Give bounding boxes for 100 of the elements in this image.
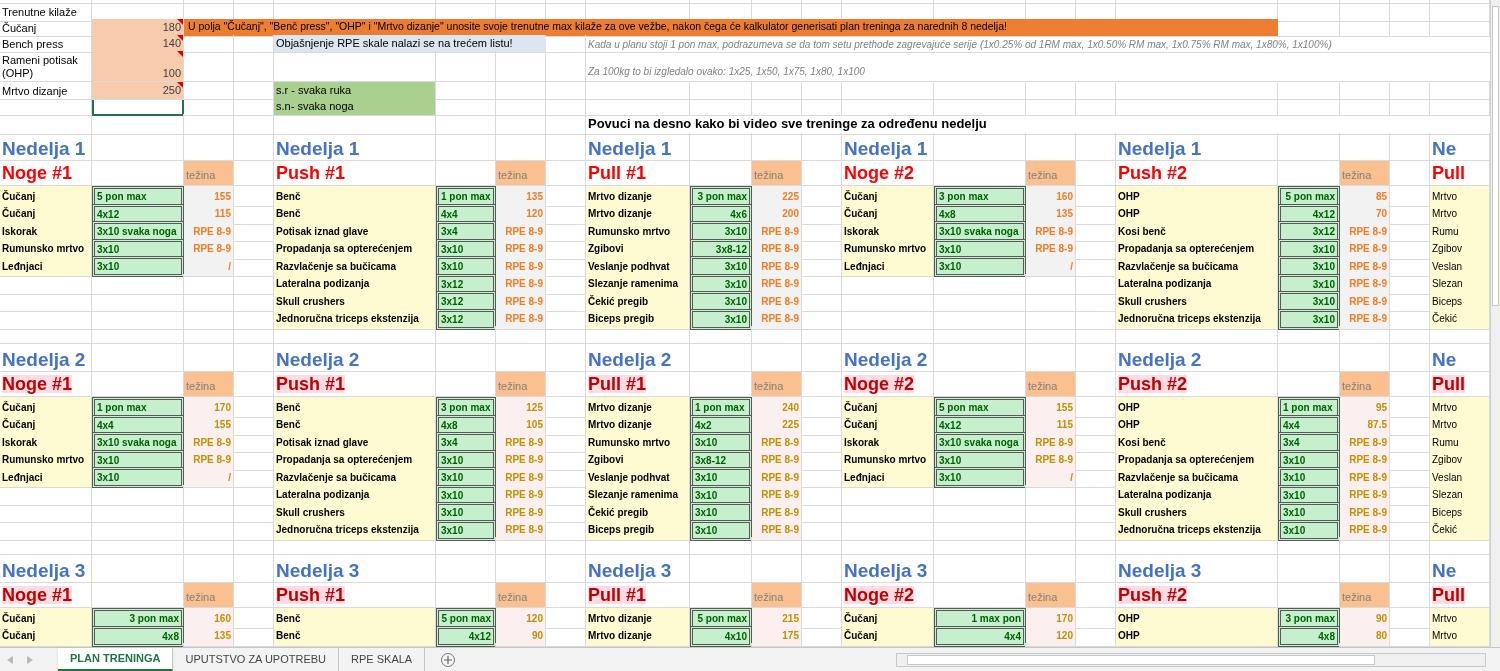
empty-cell	[436, 326, 496, 344]
active-cell[interactable]	[92, 98, 184, 116]
weight-header: težina	[184, 161, 234, 186]
empty-cell	[1390, 19, 1430, 37]
week-heading: Nedelja 3	[588, 561, 672, 580]
exercise-name: Čekić	[1430, 308, 1490, 330]
workout-title: Pull	[1432, 375, 1465, 393]
empty-cell	[234, 51, 274, 82]
empty-cell	[546, 51, 586, 82]
empty-cell	[1026, 98, 1076, 116]
week-heading: Nedelja 1	[588, 139, 672, 158]
weight-value: RPE 8-9	[496, 519, 546, 541]
weight-header: težina	[1026, 161, 1076, 186]
empty-cell	[1026, 82, 1076, 100]
empty-cell	[1278, 4, 1340, 22]
horizontal-scrollbar[interactable]	[896, 652, 1486, 667]
instruction-banner: U polja "Čučanj", "Benč press", "OHP" i "Mrtvo dizanje" unosite svoje trenutne max kilaže za ove vežbe, nakon čega će kalkulator generisati plan treninga za narednih 8 nedelja!	[184, 19, 1278, 37]
weight-header: težina	[184, 583, 234, 608]
empty-cell	[1278, 537, 1340, 555]
workout-title: Push #2	[1118, 586, 1188, 604]
exercise-name: Leđnjaci	[0, 256, 92, 277]
empty-cell	[1076, 98, 1116, 116]
week-heading: Nedelja 2	[2, 350, 86, 369]
set-scheme: 4x12	[436, 625, 496, 647]
weight-header: težina	[496, 583, 546, 608]
lift-value[interactable]: 100	[92, 51, 184, 82]
empty-cell	[752, 82, 802, 100]
week-heading: Nedelja 2	[844, 350, 928, 369]
exercise-name: Leđnjaci	[842, 256, 934, 277]
empty-cell	[690, 537, 752, 555]
empty-cell	[234, 114, 274, 135]
note-text: Kada u planu stoji 1 pon max, podrazumeva se da tom setu prethode zagrevajuće serije (1x0.25% od 1RM max, 1x0.50% RM max, 1x0.75% RM max, 1x80%, 1x100%)	[586, 35, 1490, 53]
exercise-name: Jednoručna triceps ekstenzija	[1116, 519, 1278, 541]
week-heading: Nedelja 2	[588, 350, 672, 369]
section-label: Trenutne kilaže	[0, 4, 92, 22]
vertical-scrollbar[interactable]	[1490, 0, 1500, 647]
weight-value: RPE 8-9	[1340, 519, 1390, 541]
exercise-name: OHP	[1116, 625, 1278, 647]
workout-title: Push #1	[276, 375, 346, 393]
empty-cell	[1340, 98, 1390, 116]
weight-header: težina	[752, 372, 802, 397]
exercise-name: Jednoručna triceps ekstenzija	[1116, 308, 1278, 330]
workout-title: Push #1	[276, 164, 346, 182]
legend-text: s.n- svaka noga	[274, 98, 436, 116]
weight-header: težina	[184, 372, 234, 397]
empty-cell	[1390, 82, 1430, 100]
workout-title: Noge #1	[2, 586, 73, 604]
sheet-tab[interactable]: UPUTSTVO ZA UPOTREBU	[173, 648, 340, 671]
set-scheme: 3x10	[934, 256, 1026, 277]
workout-title: Push #2	[1118, 375, 1188, 393]
empty-cell	[496, 114, 546, 135]
exercise-name: Jednoručna triceps ekstenzija	[274, 519, 436, 541]
workout-title: Noge #2	[844, 164, 915, 182]
workout-title: Pull #1	[588, 586, 647, 604]
empty-cell	[1340, 19, 1390, 37]
empty-cell	[1278, 82, 1340, 100]
exercise-name: Leđnjaci	[842, 467, 934, 488]
empty-cell	[184, 114, 234, 135]
empty-cell	[546, 114, 586, 135]
week-heading: Nedelja 1	[844, 139, 928, 158]
workout-title: Pull	[1432, 586, 1465, 604]
empty-cell	[546, 82, 586, 100]
set-scheme: 3x10	[934, 467, 1026, 488]
sheet-tab[interactable]: RPE SKALA	[339, 648, 426, 671]
weight-value: RPE 8-9	[496, 308, 546, 330]
exercise-name: Biceps pregib	[586, 308, 690, 330]
empty-cell	[496, 51, 546, 82]
week-heading: Nedelja 3	[2, 561, 86, 580]
lift-value[interactable]: 250	[92, 82, 184, 100]
week-heading: Ne	[1432, 139, 1457, 158]
empty-cell	[496, 82, 546, 100]
empty-cell	[1390, 4, 1430, 22]
weight-value: RPE 8-9	[1340, 308, 1390, 330]
weight-header: težina	[1340, 372, 1390, 397]
empty-cell	[690, 326, 752, 344]
weight-header: težina	[1340, 583, 1390, 608]
week-heading: Nedelja 3	[276, 561, 360, 580]
exercise-name: Mrtvo	[1430, 625, 1490, 647]
exercise-name: Jednoručna triceps ekstenzija	[274, 308, 436, 330]
week-heading: Nedelja 2	[276, 350, 360, 369]
set-scheme: 4x4	[934, 625, 1026, 647]
sheet-tab[interactable]: PLAN TRENINGA	[58, 648, 174, 671]
workout-title: Push #2	[1118, 164, 1188, 182]
empty-cell	[752, 98, 802, 116]
exercise-name: Benč	[274, 625, 436, 647]
set-scheme: 3x10	[690, 308, 752, 330]
week-heading: Nedelja 1	[276, 139, 360, 158]
weight-value: 80	[1340, 625, 1390, 647]
weight-header: težina	[752, 161, 802, 186]
weight-value: /	[184, 467, 234, 488]
set-scheme: 3x10	[1278, 519, 1340, 541]
empty-cell	[1340, 4, 1390, 22]
set-scheme: 3x10	[92, 467, 184, 488]
exercise-name: Mrtvo dizanje	[586, 625, 690, 647]
week-heading: Nedelja 1	[2, 139, 86, 158]
week-heading: Ne	[1432, 350, 1457, 369]
set-scheme: 3x10	[690, 519, 752, 541]
weight-value: RPE 8-9	[752, 519, 802, 541]
rpe-note: Objašnjenje RPE skale nalazi se na trećem listu!	[274, 35, 546, 53]
week-heading: Nedelja 1	[1118, 139, 1202, 158]
